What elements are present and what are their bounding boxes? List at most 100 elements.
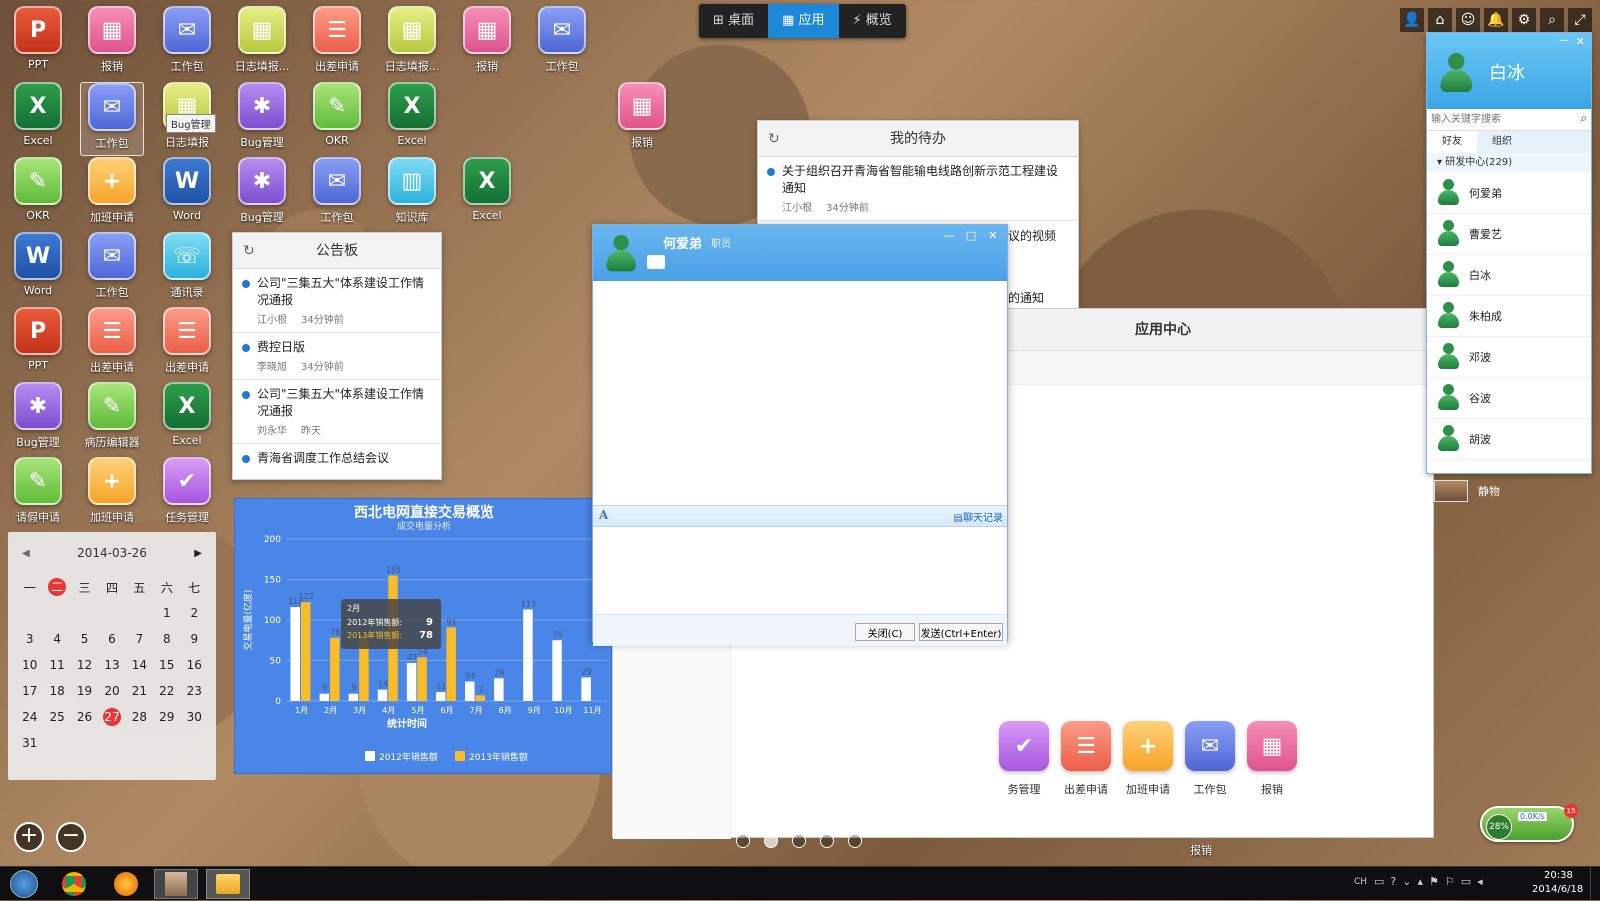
search-icon[interactable]: ⌕ xyxy=(1540,8,1564,32)
gear-icon[interactable]: ⚙ xyxy=(1512,8,1536,32)
show-desktop-button[interactable] xyxy=(1590,867,1600,901)
desktop-icon[interactable]: ☰ 出差申请 xyxy=(80,307,144,381)
desktop-icon[interactable]: ▦ 报销 xyxy=(80,6,144,80)
desktop-icon[interactable]: ☰ 出差申请 xyxy=(155,307,219,381)
calendar-day[interactable]: 23 xyxy=(181,678,208,704)
desktop-icon[interactable]: W Word xyxy=(6,232,70,306)
desktop-icon[interactable]: P PPT xyxy=(6,307,70,381)
minimize-icon[interactable]: — xyxy=(1559,35,1569,46)
close-icon[interactable]: ✕ xyxy=(1576,35,1585,48)
buddy-row[interactable]: 胡波 xyxy=(1427,419,1591,460)
calendar-day[interactable]: 31 xyxy=(16,730,43,756)
desktop-icon[interactable]: ✉ 工作包 xyxy=(80,82,144,156)
desktop-icon[interactable]: ✉ 工作包 xyxy=(155,6,219,80)
desktop-icon[interactable]: ▦ 日志填报... xyxy=(380,6,444,80)
app-center-item[interactable]: ▦ 报销 xyxy=(1241,721,1303,797)
add-desktop-button[interactable]: + xyxy=(14,822,44,852)
buddy-search-input[interactable] xyxy=(1427,109,1567,129)
page-dot[interactable] xyxy=(848,834,862,848)
desktop-icon[interactable]: ▥ 知识库 xyxy=(380,157,444,231)
desktop-icon[interactable]: ✎ 请假申请 xyxy=(6,457,70,531)
taskbar-firefox[interactable] xyxy=(104,869,148,899)
taskbar-chrome[interactable] xyxy=(52,869,96,899)
page-dot[interactable] xyxy=(820,834,834,848)
calendar-day[interactable]: 27 xyxy=(98,704,125,730)
close-chat-button[interactable]: 关闭(C) xyxy=(855,623,915,641)
chat-input[interactable] xyxy=(593,527,1007,611)
buddy-group-header[interactable]: ▾ 研发中心(229) xyxy=(1427,153,1591,173)
calendar-day[interactable]: 20 xyxy=(98,678,125,704)
calendar-day[interactable]: 24 xyxy=(16,704,43,730)
app-center-item[interactable]: ☰ 出差申请 xyxy=(1055,721,1117,797)
desktop-icon[interactable]: X Excel xyxy=(155,382,219,456)
calendar-day[interactable]: 8 xyxy=(153,626,180,652)
bulletin-item[interactable]: 青海省调度工作总结会议 xyxy=(233,444,441,473)
calendar-day[interactable]: 3 xyxy=(16,626,43,652)
desktop-icon[interactable]: ▦ 日志填报... xyxy=(230,6,294,80)
start-button[interactable] xyxy=(2,869,46,899)
bulletin-item[interactable]: 公司"三集五大"体系建设工作情况通报 江小根 34分钟前 xyxy=(233,269,441,333)
fullscreen-icon[interactable]: ⤢ xyxy=(1568,8,1592,32)
taskbar-explorer[interactable] xyxy=(206,869,250,899)
maximize-icon[interactable]: □ xyxy=(963,229,979,243)
desktop-icon[interactable]: ✎ OKR xyxy=(6,157,70,231)
app-center-item[interactable]: + 加班申请 xyxy=(1117,721,1179,797)
desktop-icon[interactable]: ▦ 报销 xyxy=(455,6,519,80)
app-center-item[interactable]: ✔ 务管理 xyxy=(993,721,1055,797)
close-icon[interactable]: ✕ xyxy=(985,229,1001,243)
calendar-day[interactable]: 4 xyxy=(43,626,70,652)
tab-desktop[interactable]: ⊞ 桌面 xyxy=(699,4,768,38)
contacts-icon[interactable]: ☺ xyxy=(1456,8,1480,32)
todo-item[interactable]: 关于组织召开青海省智能输电线路创新示范工程建设通知 江小根 34分钟前 xyxy=(758,157,1078,221)
chat-history-link[interactable]: ▤聊天记录 xyxy=(954,509,1003,524)
calendar-day[interactable]: 19 xyxy=(71,678,98,704)
buddy-collapsed-row[interactable]: 静物 xyxy=(1434,476,1590,506)
clock-date[interactable]: 2014/6/18 xyxy=(1532,884,1583,895)
buddy-row[interactable]: 邓波 xyxy=(1427,337,1591,378)
calendar-day[interactable]: 2 xyxy=(181,600,208,626)
network-widget[interactable]: 28% 0.0K/s 15 xyxy=(1480,804,1578,842)
folder-icon[interactable] xyxy=(647,255,665,269)
prev-month-icon[interactable]: ◀ xyxy=(22,548,30,559)
page-dot[interactable] xyxy=(736,834,750,848)
user-icon[interactable]: 👤 xyxy=(1400,8,1424,32)
desktop-icon[interactable]: ✱ Bug管理 xyxy=(230,82,294,156)
calendar-day[interactable]: 18 xyxy=(43,678,70,704)
calendar-day[interactable]: 14 xyxy=(126,652,153,678)
refresh-icon[interactable]: ↻ xyxy=(768,121,780,157)
minimize-icon[interactable]: — xyxy=(941,229,957,243)
calendar-day[interactable]: 11 xyxy=(43,652,70,678)
calendar-day[interactable]: 29 xyxy=(153,704,180,730)
calendar-day[interactable]: 9 xyxy=(181,626,208,652)
desktop-icon[interactable]: ▦ 报销 xyxy=(610,82,674,156)
tab-overview[interactable]: ⚡ 概览 xyxy=(839,4,906,38)
desktop-icon[interactable]: P PPT xyxy=(6,6,70,80)
page-dot[interactable] xyxy=(764,834,778,848)
buddy-row[interactable]: 曹爱艺 xyxy=(1427,214,1591,255)
calendar-day[interactable]: 16 xyxy=(181,652,208,678)
calendar-day[interactable]: 30 xyxy=(181,704,208,730)
taskbar-app[interactable] xyxy=(154,869,198,899)
search-icon[interactable]: ⌕ xyxy=(1580,111,1587,126)
calendar-day[interactable]: 5 xyxy=(71,626,98,652)
buddy-row[interactable]: 白冰 xyxy=(1427,255,1591,296)
calendar-day[interactable]: 1 xyxy=(153,600,180,626)
bell-icon[interactable]: 🔔 xyxy=(1484,8,1508,32)
desktop-icon[interactable]: X Excel xyxy=(6,82,70,156)
buddy-row[interactable]: 朱柏成 xyxy=(1427,296,1591,337)
remove-desktop-button[interactable]: − xyxy=(56,822,86,852)
calendar-day[interactable]: 12 xyxy=(71,652,98,678)
desktop-icon[interactable]: ✉ 工作包 xyxy=(530,6,594,80)
desktop-icon[interactable]: X Excel xyxy=(455,157,519,231)
desktop-icon[interactable]: W Word xyxy=(155,157,219,231)
calendar-day[interactable]: 15 xyxy=(153,652,180,678)
desktop-icon[interactable]: ✉ 工作包 xyxy=(80,232,144,306)
calendar-day[interactable]: 13 xyxy=(98,652,125,678)
clock-time[interactable]: 20:38 xyxy=(1544,870,1573,881)
desktop-icon[interactable]: ☰ 出差申请 xyxy=(305,6,369,80)
todo-item-partial[interactable]: 议的视频 xyxy=(1008,227,1056,244)
send-button[interactable]: 发送(Ctrl+Enter) xyxy=(919,623,1003,641)
desktop-icon[interactable]: X Excel xyxy=(380,82,444,156)
todo-item-partial[interactable]: 的通知 xyxy=(1008,289,1044,306)
desktop-icon[interactable]: ✉ 工作包 xyxy=(305,157,369,231)
